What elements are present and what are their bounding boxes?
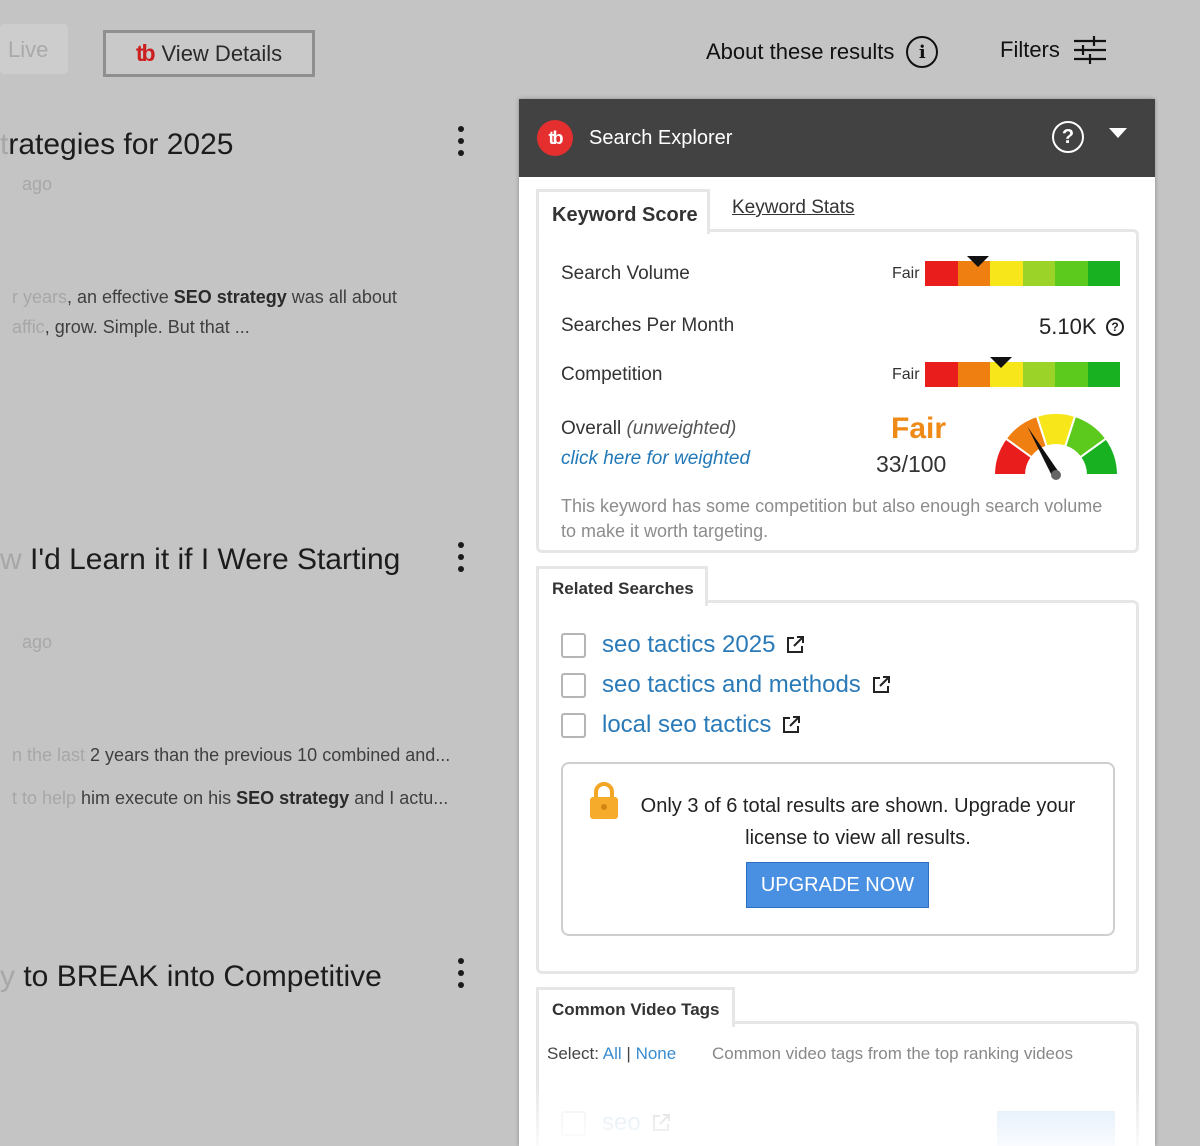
external-link-icon[interactable] bbox=[871, 675, 891, 695]
meter-segment bbox=[1022, 261, 1055, 286]
panel-title: Search Explorer bbox=[589, 126, 733, 149]
overall-label-text: Overall bbox=[561, 418, 622, 439]
live-filter-chip[interactable]: Live bbox=[0, 24, 68, 74]
related-searches-heading: Related Searches bbox=[536, 566, 708, 606]
related-search-checkbox[interactable] bbox=[561, 632, 586, 658]
gauge-hub bbox=[1051, 470, 1061, 480]
competition-pointer-icon bbox=[990, 357, 1013, 368]
searches-per-month-label: Searches Per Month bbox=[561, 315, 735, 336]
external-link-icon[interactable] bbox=[785, 635, 805, 655]
view-details-button[interactable]: tb View Details bbox=[103, 30, 315, 77]
video-meta: ago bbox=[22, 174, 53, 194]
panel-header: tb Search Explorer ? bbox=[519, 99, 1155, 177]
search-volume-rating: Fair bbox=[892, 265, 920, 282]
video-title-text: I'd Learn it if I Were Starting bbox=[21, 543, 401, 576]
video-title-fade: w bbox=[0, 543, 22, 576]
upgrade-notice: Only 3 of 6 total results are shown. Upg… bbox=[561, 762, 1115, 936]
video-description-line: affic, grow. Simple. But that ... bbox=[12, 317, 250, 337]
video-title-text: to BREAK into Competitive bbox=[15, 960, 382, 993]
meter-segment bbox=[1087, 362, 1120, 387]
overall-note: (unweighted) bbox=[626, 418, 737, 439]
about-results-button[interactable]: About these results i bbox=[706, 36, 939, 68]
select-none-link[interactable]: None bbox=[636, 1044, 677, 1063]
overall-gauge-icon bbox=[992, 412, 1120, 480]
meter-segment bbox=[957, 362, 990, 387]
overall-score: 33/100 bbox=[876, 451, 947, 477]
search-volume-label: Search Volume bbox=[561, 263, 690, 284]
competition-rating: Fair bbox=[892, 366, 920, 383]
related-searches-card: seo tactics 2025 seo tactics and methods… bbox=[536, 600, 1139, 974]
overall-label: Overall (unweighted) bbox=[561, 418, 736, 440]
meter-segment bbox=[925, 362, 958, 387]
search-volume-meter bbox=[925, 261, 1120, 286]
caret-down-icon[interactable] bbox=[1109, 128, 1127, 138]
related-search-checkbox[interactable] bbox=[561, 672, 586, 698]
video-description-line: t to help him execute on his SEO strateg… bbox=[12, 788, 449, 808]
select-all-link[interactable]: All bbox=[603, 1044, 622, 1063]
meter-segment bbox=[990, 261, 1023, 286]
video-description-line: r years, an effective SEO strategy was a… bbox=[12, 287, 397, 307]
tubebuddy-logo-icon: tb bbox=[135, 40, 156, 66]
tubebuddy-logo-icon: tb bbox=[537, 120, 573, 156]
related-search-link[interactable]: seo tactics and methods bbox=[602, 671, 861, 699]
filters-button[interactable]: Filters bbox=[1000, 36, 1106, 64]
meter-segment bbox=[1055, 362, 1088, 387]
help-icon[interactable]: ? bbox=[1052, 121, 1084, 153]
video-title-text: rategies for 2025 bbox=[8, 128, 234, 161]
video-more-icon[interactable] bbox=[450, 540, 472, 574]
related-search-link[interactable]: seo tactics 2025 bbox=[602, 631, 775, 659]
help-icon[interactable]: ? bbox=[1106, 318, 1124, 336]
meter-segment bbox=[1022, 362, 1055, 387]
video-title[interactable]: w I'd Learn it if I Were Starting bbox=[0, 543, 400, 577]
competition-label: Competition bbox=[561, 364, 663, 385]
sliders-icon bbox=[1073, 36, 1106, 64]
keyword-score-card: Search Volume Fair Searches Per Month 5.… bbox=[536, 229, 1139, 553]
overall-rating: Fair bbox=[891, 412, 947, 445]
info-icon: i bbox=[906, 36, 939, 68]
list-item[interactable]: seo tactics and methods bbox=[561, 670, 891, 700]
tags-description: Common video tags from the top ranking v… bbox=[712, 1044, 1073, 1063]
search-volume-pointer-icon bbox=[966, 256, 989, 267]
list-item[interactable]: local seo tactics bbox=[561, 710, 801, 740]
weighted-score-link[interactable]: click here for weighted bbox=[561, 448, 750, 470]
video-title-fade: y bbox=[0, 960, 15, 993]
upgrade-now-button[interactable]: UPGRADE NOW bbox=[746, 862, 929, 908]
common-video-tags-heading: Common Video Tags bbox=[536, 987, 735, 1027]
video-title[interactable]: y to BREAK into Competitive bbox=[0, 960, 382, 994]
related-search-checkbox[interactable] bbox=[561, 712, 586, 738]
video-description-line: n the last 2 years than the previous 10 … bbox=[12, 745, 451, 765]
video-more-icon[interactable] bbox=[450, 124, 472, 158]
lock-icon bbox=[590, 782, 618, 819]
related-search-link[interactable]: local seo tactics bbox=[602, 711, 771, 739]
external-link-icon[interactable] bbox=[781, 715, 801, 735]
meter-segment bbox=[925, 261, 958, 286]
scroll-fade bbox=[519, 1084, 1155, 1146]
searches-per-month-value: 5.10K bbox=[1039, 314, 1097, 339]
video-title[interactable]: trategies for 2025 bbox=[0, 128, 234, 162]
upgrade-message: Only 3 of 6 total results are shown. Upg… bbox=[640, 795, 1076, 849]
filters-label: Filters bbox=[1000, 37, 1060, 62]
meter-segment bbox=[1087, 261, 1120, 286]
video-meta: ago bbox=[22, 632, 53, 652]
meter-segment bbox=[1055, 261, 1088, 286]
score-description: This keyword has some competition but al… bbox=[561, 496, 1103, 541]
select-separator: | bbox=[626, 1044, 631, 1063]
competition-meter bbox=[925, 362, 1120, 387]
search-explorer-panel: tb Search Explorer ? Keyword Score Keywo… bbox=[519, 99, 1155, 1146]
about-results-label: About these results bbox=[706, 39, 895, 64]
view-details-label: View Details bbox=[161, 40, 283, 66]
tab-keyword-score[interactable]: Keyword Score bbox=[536, 189, 710, 234]
list-item[interactable]: seo tactics 2025 bbox=[561, 630, 805, 660]
tab-keyword-stats[interactable]: Keyword Stats bbox=[732, 197, 855, 219]
tag-select-controls: Select: All | None bbox=[547, 1044, 676, 1064]
select-label: Select: bbox=[547, 1044, 599, 1063]
video-more-icon[interactable] bbox=[450, 956, 472, 990]
